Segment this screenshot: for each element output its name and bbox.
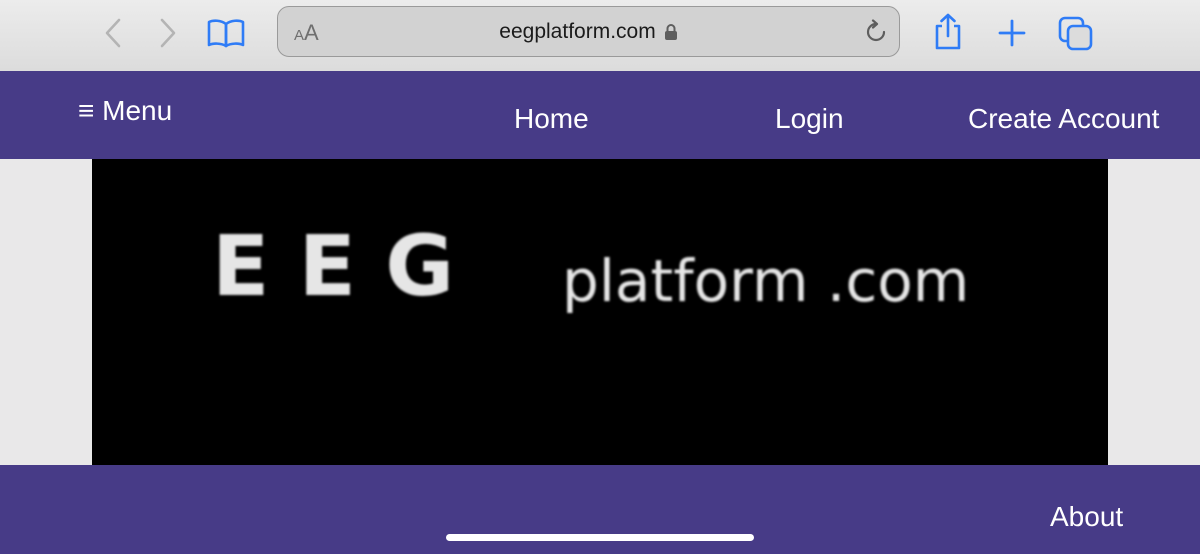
home-indicator[interactable] [446, 534, 754, 541]
reload-button[interactable] [863, 19, 889, 50]
tabs-button[interactable] [1056, 14, 1096, 52]
nav-login-link[interactable]: Login [775, 103, 844, 135]
site-logo: E E G platform .com [92, 159, 1108, 465]
address-bar[interactable]: AA eegplatform.com [277, 6, 900, 57]
tabs-icon [1058, 16, 1093, 51]
hero-banner: E E G platform .com [92, 159, 1108, 465]
logo-eeg-text: E E G [212, 217, 455, 315]
chevron-left-icon [105, 18, 121, 48]
browser-toolbar: AA eegplatform.com [0, 0, 1200, 71]
url-text: eegplatform.com [499, 20, 656, 43]
site-nav: ≡ Menu Home Login Create Account [0, 71, 1200, 159]
share-button[interactable] [930, 12, 966, 52]
logo-platform-text: platform .com [562, 247, 970, 315]
back-button[interactable] [100, 16, 126, 50]
footer-about-link[interactable]: About [1050, 501, 1123, 533]
forward-button[interactable] [155, 16, 181, 50]
bookmarks-button[interactable] [206, 16, 246, 50]
reload-icon [866, 19, 886, 42]
new-tab-button[interactable] [995, 16, 1029, 50]
nav-create-account-link[interactable]: Create Account [968, 103, 1159, 135]
share-icon [935, 13, 961, 50]
url-display[interactable]: eegplatform.com [278, 20, 899, 44]
chevron-right-icon [160, 18, 176, 48]
nav-home-link[interactable]: Home [514, 103, 589, 135]
plus-icon [998, 19, 1026, 47]
book-icon [207, 19, 245, 48]
lock-icon [664, 24, 677, 40]
menu-button[interactable]: ≡ Menu [78, 95, 172, 127]
